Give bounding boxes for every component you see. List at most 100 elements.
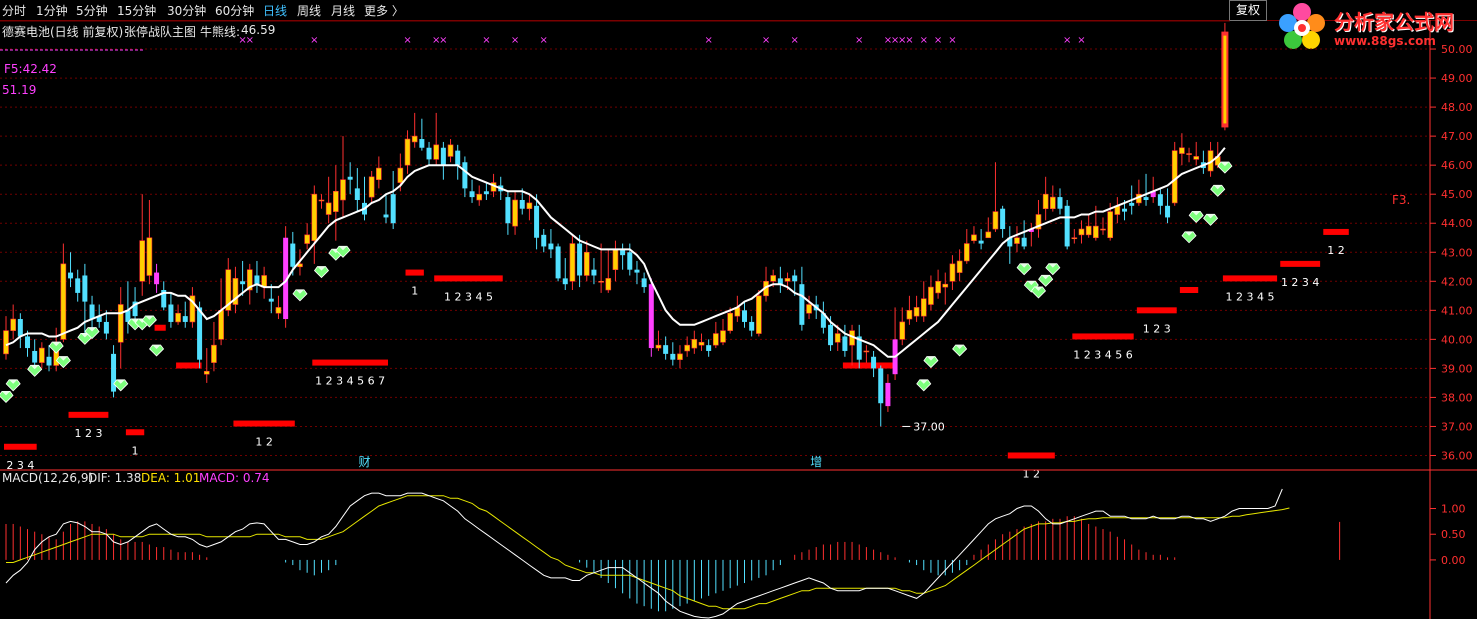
candle-body — [197, 307, 203, 360]
x-marker: × — [511, 35, 519, 46]
candle-body — [1064, 205, 1070, 247]
candle-body — [139, 240, 146, 282]
candle — [10, 304, 16, 340]
price-tick-label: 37.00 — [1441, 420, 1473, 433]
candle-body — [462, 162, 468, 189]
candle-body — [806, 304, 812, 314]
candle — [1071, 229, 1078, 244]
candle-body — [605, 278, 612, 291]
candle — [655, 330, 662, 351]
candle — [598, 243, 604, 293]
candle-body — [1100, 228, 1106, 231]
candle-body — [1014, 237, 1020, 244]
candle-body — [985, 231, 992, 239]
candle-body — [942, 283, 949, 288]
candle-body — [354, 188, 360, 200]
signal-bar — [312, 359, 389, 366]
candle-body — [871, 356, 877, 369]
candle-body — [569, 243, 576, 282]
candle — [1207, 141, 1214, 177]
candle-body — [347, 176, 353, 180]
candle-body — [627, 252, 633, 270]
candle-body — [32, 350, 38, 363]
candle-body — [720, 330, 726, 343]
gem-icon — [1181, 231, 1197, 244]
candle — [254, 260, 260, 293]
candle — [548, 229, 554, 259]
candle — [60, 243, 67, 343]
candle-body — [519, 200, 525, 209]
signal-bar — [176, 362, 202, 369]
candle — [799, 266, 805, 331]
candle — [46, 345, 52, 372]
candle — [641, 272, 647, 293]
candle — [376, 156, 382, 189]
candle-body — [928, 286, 934, 305]
candle-body — [1000, 208, 1006, 230]
candle-body — [899, 321, 906, 340]
candle-body — [325, 202, 332, 215]
x-marker: × — [920, 35, 928, 46]
signal-bar — [4, 443, 37, 450]
candle — [246, 263, 253, 305]
candle-body — [1143, 197, 1149, 200]
candle-body — [318, 199, 325, 202]
candle — [928, 275, 934, 311]
candle-body — [175, 312, 181, 323]
candle — [232, 266, 239, 314]
candle-body — [971, 234, 977, 241]
x-marker: × — [540, 35, 548, 46]
candle — [1021, 220, 1027, 250]
gem-icon — [292, 289, 308, 302]
candle-body — [1050, 196, 1056, 210]
candle-body — [340, 179, 346, 201]
candle-body — [548, 243, 554, 250]
candle-body — [956, 260, 963, 273]
signal-count-label: 1 2 — [1327, 244, 1345, 257]
candle-body — [1186, 153, 1192, 155]
candle — [942, 272, 949, 305]
signal-bar — [125, 429, 145, 436]
price-tick-label: 40.00 — [1441, 333, 1473, 346]
candle — [469, 179, 475, 203]
candle-body — [447, 144, 454, 157]
candle — [125, 281, 131, 334]
candle — [612, 240, 619, 282]
candle-body — [512, 199, 518, 227]
signal-count-label: 1 2 3 4 5 — [444, 290, 493, 303]
candle — [698, 333, 705, 351]
macd-tick-label: 0.50 — [1441, 528, 1466, 541]
candle — [956, 249, 963, 282]
candle-body — [749, 321, 755, 331]
candle — [175, 304, 181, 325]
candle-body — [25, 336, 31, 349]
candle — [333, 165, 339, 241]
candle — [691, 330, 698, 354]
candle-body — [706, 345, 712, 351]
candle-body — [304, 234, 310, 244]
candle-body — [591, 269, 597, 276]
candle — [117, 287, 124, 369]
candle — [268, 284, 274, 314]
signal-count-label: 1 — [132, 444, 139, 457]
candle — [411, 112, 418, 148]
candle-body — [878, 368, 884, 404]
candle — [368, 170, 375, 203]
signal-layer: 2 3 41 2 311 21 2 3 4 5 6 71 1 2 3 4 51 2… — [4, 228, 1349, 480]
candle — [318, 194, 325, 209]
candle — [720, 319, 726, 346]
candle-body — [1085, 225, 1092, 236]
candle — [670, 342, 676, 366]
candle-body — [612, 249, 619, 270]
candle — [849, 324, 855, 366]
x-marker: × — [439, 35, 447, 46]
gem-icon — [1030, 286, 1047, 299]
candle-body — [1165, 205, 1171, 218]
candle-body — [182, 316, 188, 322]
gem-icon — [48, 341, 64, 354]
candle — [963, 229, 970, 264]
candle — [627, 243, 633, 276]
candle — [663, 336, 669, 360]
candle — [1179, 133, 1185, 166]
candle — [347, 162, 353, 195]
